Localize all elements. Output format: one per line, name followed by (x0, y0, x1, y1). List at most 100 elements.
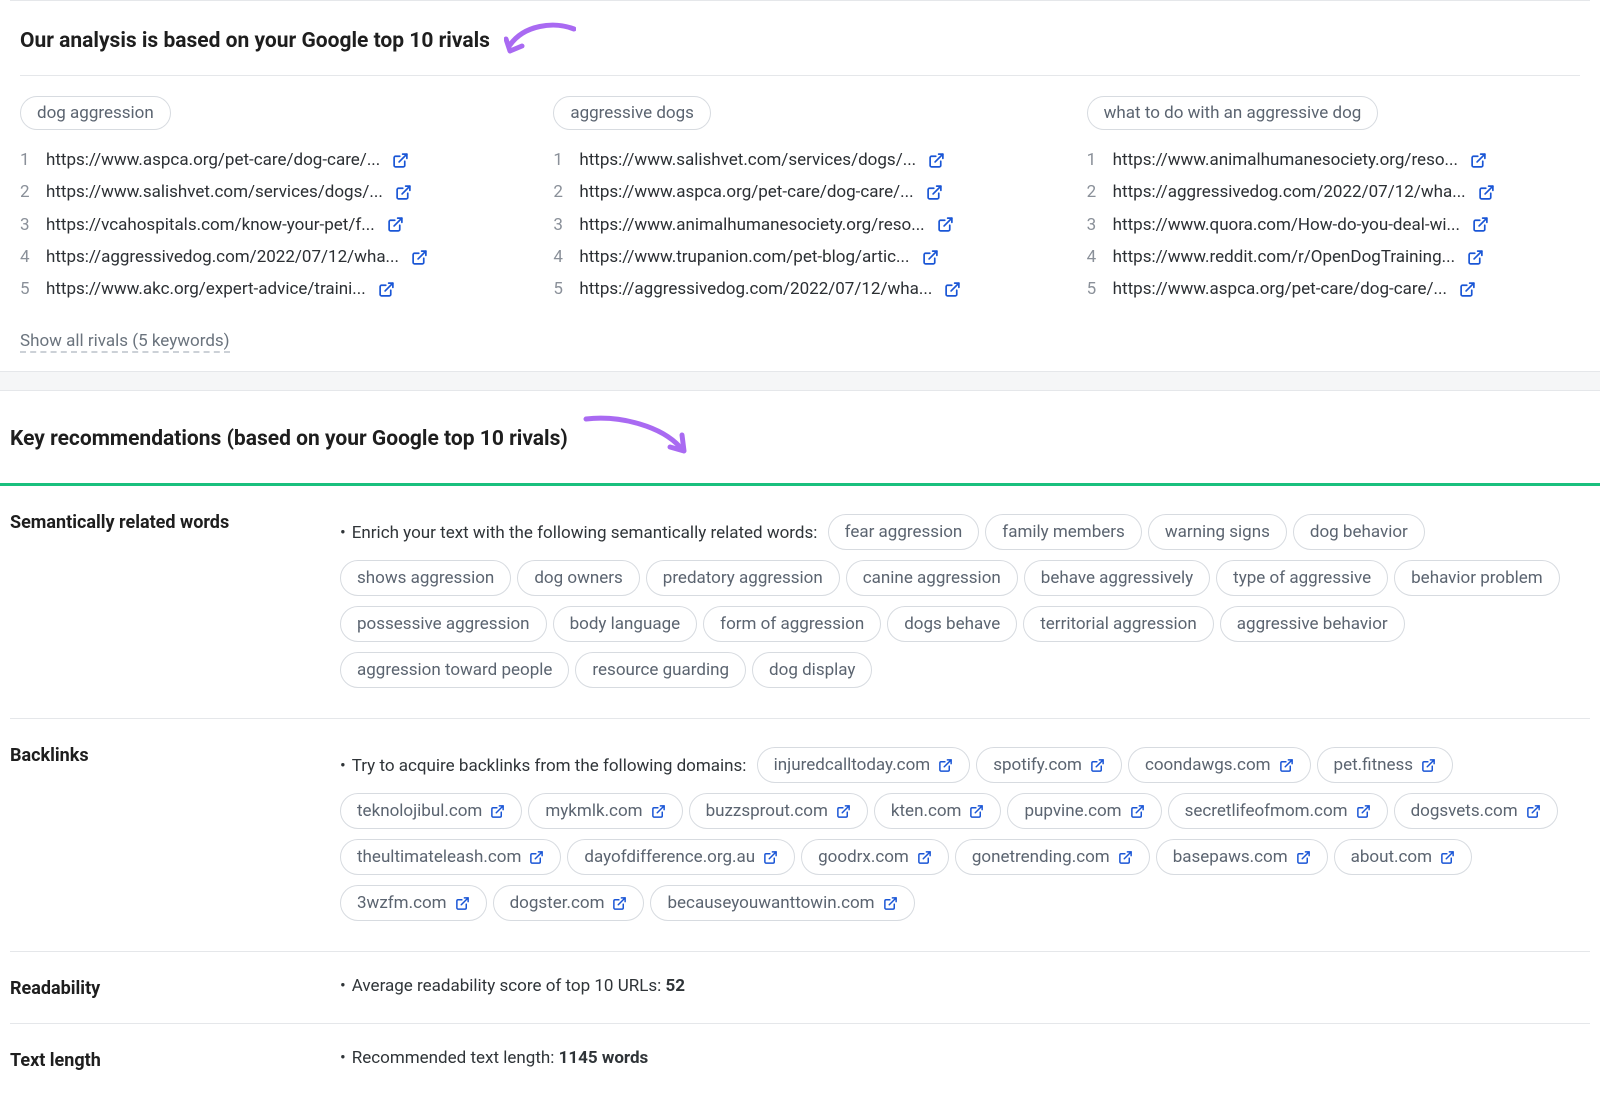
keyword-pill[interactable]: aggressive dogs (553, 96, 711, 130)
show-all-rivals-link[interactable]: Show all rivals (5 keywords) (20, 331, 230, 353)
external-link-icon[interactable] (378, 281, 395, 298)
external-link-icon[interactable] (490, 804, 505, 819)
backlink-chip[interactable]: dayofdifference.org.au (567, 839, 795, 875)
semantic-chip[interactable]: dog behavior (1293, 514, 1425, 550)
rival-url-text[interactable]: https://www.animalhumanesociety.org/reso… (1113, 144, 1458, 176)
external-link-icon[interactable] (926, 184, 943, 201)
external-link-icon[interactable] (1090, 758, 1105, 773)
semantic-chip[interactable]: fear aggression (828, 514, 980, 550)
backlink-chip[interactable]: spotify.com (976, 747, 1122, 783)
semantic-chip[interactable]: predatory aggression (646, 560, 840, 596)
backlink-chip[interactable]: pet.fitness (1317, 747, 1454, 783)
external-link-icon[interactable] (1467, 249, 1484, 266)
semantic-chip[interactable]: aggressive behavior (1220, 606, 1405, 642)
rival-url-text[interactable]: https://www.aspca.org/pet-care/dog-care/… (1113, 273, 1447, 305)
external-link-icon[interactable] (1526, 804, 1541, 819)
backlink-chip[interactable]: goodrx.com (801, 839, 949, 875)
external-link-icon[interactable] (917, 850, 932, 865)
external-link-icon[interactable] (529, 850, 544, 865)
rival-url-text[interactable]: https://vcahospitals.com/know-your-pet/f… (46, 209, 375, 241)
rival-url-text[interactable]: https://www.akc.org/expert-advice/traini… (46, 273, 366, 305)
external-link-icon[interactable] (1472, 216, 1489, 233)
backlink-chip[interactable]: mykmlk.com (528, 793, 682, 829)
semantic-chip[interactable]: dog display (752, 652, 872, 688)
rival-url-text[interactable]: https://www.reddit.com/r/OpenDogTraining… (1113, 241, 1455, 273)
backlink-chip[interactable]: injuredcalltoday.com (757, 747, 971, 783)
external-link-icon[interactable] (1478, 184, 1495, 201)
semantic-chip[interactable]: resource guarding (575, 652, 746, 688)
external-link-icon[interactable] (928, 152, 945, 169)
backlink-chip[interactable]: coondawgs.com (1128, 747, 1311, 783)
semantic-chip[interactable]: family members (985, 514, 1142, 550)
backlink-chip[interactable]: gonetrending.com (955, 839, 1150, 875)
backlink-chip[interactable]: buzzsprout.com (689, 793, 868, 829)
external-link-icon[interactable] (1459, 281, 1476, 298)
rival-url-text[interactable]: https://www.salishvet.com/services/dogs/… (46, 176, 383, 208)
backlink-chip[interactable]: basepaws.com (1156, 839, 1328, 875)
rival-url-text[interactable]: https://aggressivedog.com/2022/07/12/wha… (579, 273, 932, 305)
backlink-chip[interactable]: 3wzfm.com (340, 885, 487, 921)
external-link-icon[interactable] (392, 152, 409, 169)
external-link-icon[interactable] (612, 896, 627, 911)
semantic-chip[interactable]: possessive aggression (340, 606, 547, 642)
backlink-chip[interactable]: theultimateleash.com (340, 839, 561, 875)
rival-url-text[interactable]: https://www.aspca.org/pet-care/dog-care/… (579, 176, 913, 208)
rank-number: 3 (20, 209, 34, 241)
external-link-icon[interactable] (1279, 758, 1294, 773)
external-link-icon[interactable] (455, 896, 470, 911)
semantic-chip[interactable]: dogs behave (887, 606, 1017, 642)
backlink-chip[interactable]: teknolojibul.com (340, 793, 522, 829)
rival-url-row: 4https://www.trupanion.com/pet-blog/arti… (553, 241, 1046, 273)
external-link-icon[interactable] (651, 804, 666, 819)
external-link-icon[interactable] (937, 216, 954, 233)
semantic-chip[interactable]: behave aggressively (1024, 560, 1210, 596)
semantic-chip[interactable]: behavior problem (1394, 560, 1560, 596)
backlink-chip[interactable]: dogsvets.com (1394, 793, 1558, 829)
external-link-icon[interactable] (1470, 152, 1487, 169)
backlink-chip[interactable]: becauseyouwanttowin.com (650, 885, 914, 921)
recommendation-row-textlength: Text length •Recommended text length: 11… (10, 1024, 1590, 1095)
external-link-icon[interactable] (1130, 804, 1145, 819)
backlink-chip[interactable]: secretlifeofmom.com (1168, 793, 1388, 829)
external-link-icon[interactable] (836, 804, 851, 819)
semantic-chip[interactable]: form of aggression (703, 606, 881, 642)
external-link-icon[interactable] (1440, 850, 1455, 865)
semantic-chip[interactable]: aggression toward people (340, 652, 569, 688)
semantic-chip[interactable]: body language (553, 606, 698, 642)
external-link-icon[interactable] (969, 804, 984, 819)
backlink-chip[interactable]: about.com (1334, 839, 1472, 875)
semantic-chip[interactable]: dog owners (517, 560, 639, 596)
external-link-icon[interactable] (944, 281, 961, 298)
external-link-icon[interactable] (387, 216, 404, 233)
rival-url-text[interactable]: https://aggressivedog.com/2022/07/12/wha… (46, 241, 399, 273)
chip-label: possessive aggression (357, 614, 530, 634)
rival-url-text[interactable]: https://aggressivedog.com/2022/07/12/wha… (1113, 176, 1466, 208)
backlink-chip[interactable]: pupvine.com (1007, 793, 1161, 829)
external-link-icon[interactable] (1296, 850, 1311, 865)
rival-url-text[interactable]: https://www.quora.com/How-do-you-deal-wi… (1113, 209, 1460, 241)
semantic-chip[interactable]: type of aggressive (1216, 560, 1388, 596)
external-link-icon[interactable] (1118, 850, 1133, 865)
external-link-icon[interactable] (763, 850, 778, 865)
external-link-icon[interactable] (1421, 758, 1436, 773)
backlink-chip[interactable]: dogster.com (493, 885, 645, 921)
semantic-chip[interactable]: territorial aggression (1023, 606, 1214, 642)
semantic-chip[interactable]: warning signs (1148, 514, 1287, 550)
rival-url-text[interactable]: https://www.salishvet.com/services/dogs/… (579, 144, 916, 176)
external-link-icon[interactable] (1356, 804, 1371, 819)
external-link-icon[interactable] (411, 249, 428, 266)
external-link-icon[interactable] (938, 758, 953, 773)
keyword-pill[interactable]: dog aggression (20, 96, 171, 130)
rival-url-text[interactable]: https://www.trupanion.com/pet-blog/artic… (579, 241, 909, 273)
keyword-pill[interactable]: what to do with an aggressive dog (1087, 96, 1379, 130)
external-link-icon[interactable] (922, 249, 939, 266)
semantic-chip[interactable]: shows aggression (340, 560, 511, 596)
rival-url-text[interactable]: https://www.aspca.org/pet-care/dog-care/… (46, 144, 380, 176)
rival-url-text[interactable]: https://www.animalhumanesociety.org/reso… (579, 209, 924, 241)
external-link-icon[interactable] (395, 184, 412, 201)
semantic-chip[interactable]: canine aggression (846, 560, 1018, 596)
external-link-icon[interactable] (883, 896, 898, 911)
backlink-chip[interactable]: kten.com (874, 793, 1002, 829)
chip-label: dog display (769, 660, 855, 680)
textlength-label: Text length (10, 1048, 300, 1071)
